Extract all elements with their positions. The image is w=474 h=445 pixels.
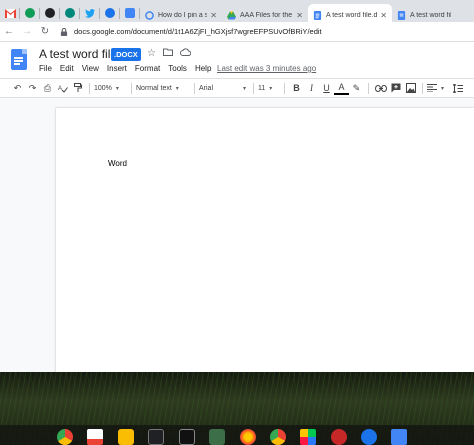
move-folder-icon[interactable]	[163, 48, 173, 59]
close-icon[interactable]: ✕	[380, 11, 387, 20]
toolbar-divider	[89, 82, 90, 94]
chevron-down-icon: ▾	[115, 85, 119, 92]
messages-icon[interactable]	[361, 429, 377, 445]
google-icon	[145, 10, 154, 20]
app-1-icon	[45, 8, 55, 18]
svg-text:A: A	[58, 86, 62, 92]
redo-icon[interactable]: ↷	[25, 80, 40, 96]
photos-app-icon[interactable]	[209, 429, 225, 445]
font-family-select[interactable]: Arial ▾	[199, 80, 249, 96]
close-icon[interactable]: ✕	[296, 11, 303, 20]
menu-edit[interactable]: Edit	[60, 64, 74, 73]
chrome-beta-icon[interactable]	[270, 429, 286, 445]
chevron-down-icon: ▾	[441, 85, 445, 92]
menu-format[interactable]: Format	[135, 64, 160, 73]
align-select[interactable]: ▾	[427, 80, 444, 96]
chevron-down-icon: ▾	[175, 85, 179, 92]
tab-title: AAA Files for the	[240, 11, 293, 19]
url-text: docs.google.com/document/d/1t1A6ZjFI_hGX…	[74, 27, 322, 36]
chevron-down-icon: ▾	[243, 85, 247, 92]
add-comment-icon[interactable]	[388, 80, 403, 96]
chrome-icon[interactable]	[57, 429, 73, 445]
address-bar: ← → ↻ docs.google.com/document/d/1t1A6Zj…	[0, 22, 474, 42]
print-icon[interactable]: ⎙	[40, 80, 55, 96]
firefox-icon[interactable]	[240, 429, 256, 445]
toolbar-divider	[368, 82, 369, 94]
paint-format-icon[interactable]	[70, 80, 85, 96]
underline-button[interactable]: U	[319, 80, 334, 96]
align-left-icon	[427, 84, 437, 92]
tab-title: A test word file.d	[326, 11, 378, 19]
last-edit-link[interactable]: Last edit was 3 minutes ago	[217, 64, 316, 73]
style-value: Normal text	[136, 84, 172, 92]
google-docs-icon[interactable]	[391, 429, 407, 445]
toolbar-divider	[253, 82, 254, 94]
tab-title: A test word file.d	[410, 11, 451, 19]
insert-link-icon[interactable]	[373, 80, 388, 96]
menu-help[interactable]: Help	[195, 64, 211, 73]
document-title[interactable]: A test word file	[39, 47, 117, 61]
code-editor-icon[interactable]	[179, 429, 195, 445]
star-icon[interactable]: ☆	[147, 48, 156, 59]
forward-icon[interactable]: →	[18, 26, 36, 37]
toolbar-divider	[194, 82, 195, 94]
formatting-toolbar: ↶ ↷ ⎙ A 100% ▾ Normal text ▾ Arial ▾ 11 ▾ B …	[0, 78, 474, 98]
menu-tools[interactable]: Tools	[168, 64, 187, 73]
toolbar-divider	[131, 82, 132, 94]
insert-image-icon[interactable]	[403, 80, 418, 96]
document-body-text[interactable]: Word	[108, 159, 127, 168]
os-shelf	[0, 425, 474, 445]
bold-button[interactable]: B	[289, 80, 304, 96]
docs-logo-icon[interactable]	[11, 49, 27, 70]
twitter-icon	[85, 8, 95, 18]
google-docs-icon	[397, 10, 406, 20]
highlight-color-icon[interactable]: ✎	[349, 80, 364, 96]
toolbar-divider	[422, 82, 423, 94]
app-red-icon[interactable]	[331, 429, 347, 445]
paragraph-style-select[interactable]: Normal text ▾	[136, 80, 190, 96]
chevron-down-icon: ▾	[269, 85, 273, 92]
text-color-button[interactable]: A	[334, 82, 349, 95]
google-drive-icon	[227, 10, 236, 20]
document-page[interactable]: Word	[56, 108, 474, 372]
hangouts-icon	[25, 8, 35, 18]
undo-icon[interactable]: ↶	[10, 80, 25, 96]
app-4-icon	[125, 8, 135, 18]
url-input[interactable]: docs.google.com/document/d/1t1A6ZjFI_hGX…	[60, 24, 474, 40]
font-size-value: 11	[258, 84, 266, 92]
reload-icon[interactable]: ↻	[36, 26, 54, 37]
app-3-icon	[105, 8, 115, 18]
lock-icon	[60, 27, 68, 36]
menu-bar: File Edit View Insert Format Tools Help	[39, 64, 211, 73]
menu-insert[interactable]: Insert	[107, 64, 127, 73]
menu-file[interactable]: File	[39, 64, 52, 73]
google-docs-icon	[313, 10, 322, 20]
toolbar-divider	[284, 82, 285, 94]
gmail-icon	[4, 8, 16, 18]
tab-title: How do I pin a sm	[158, 11, 208, 19]
document-canvas[interactable]: Word	[0, 98, 474, 372]
line-spacing-icon[interactable]	[450, 80, 465, 96]
menu-view[interactable]: View	[82, 64, 99, 73]
close-icon[interactable]: ✕	[210, 11, 217, 20]
zoom-value: 100%	[94, 84, 112, 92]
gmail-icon[interactable]	[87, 429, 103, 445]
file-type-badge: .DOCX	[111, 48, 141, 61]
play-store-icon[interactable]	[300, 429, 316, 445]
docs-header: A test word file .DOCX ☆ File Edit View …	[0, 43, 474, 78]
font-value: Arial	[199, 84, 214, 92]
terminal-icon[interactable]	[148, 429, 164, 445]
spellcheck-icon[interactable]: A	[55, 80, 70, 96]
back-icon[interactable]: ←	[0, 26, 18, 37]
zoom-select[interactable]: 100% ▾	[94, 80, 127, 96]
keep-icon[interactable]	[118, 429, 134, 445]
cloud-status-icon[interactable]	[180, 48, 192, 59]
font-size-select[interactable]: 11 ▾	[258, 80, 280, 96]
app-2-icon	[65, 8, 75, 18]
italic-button[interactable]: I	[304, 80, 319, 96]
